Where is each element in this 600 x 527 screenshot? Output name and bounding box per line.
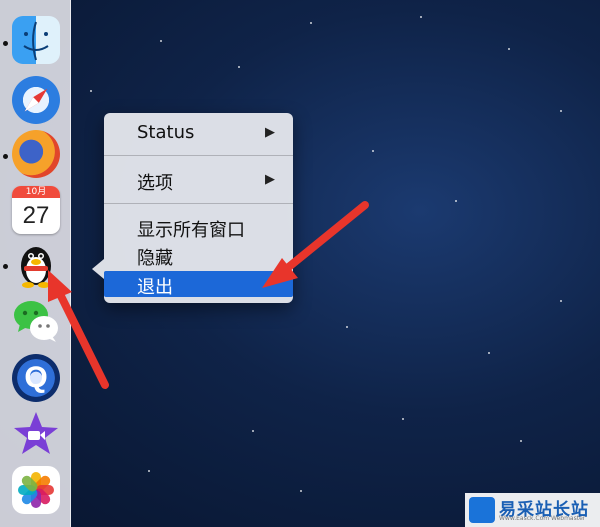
menu-item-label: 退出 bbox=[137, 277, 173, 298]
dock-item-wechat[interactable] bbox=[12, 296, 60, 344]
star bbox=[310, 22, 312, 24]
star bbox=[148, 470, 150, 472]
firefox-icon bbox=[12, 130, 60, 178]
finder-icon bbox=[12, 16, 60, 64]
photos-icon bbox=[12, 466, 60, 514]
dock-context-menu: Status ▶ 选项 ▶ 显示所有窗口 隐藏 退出 bbox=[92, 113, 293, 303]
star bbox=[160, 40, 162, 42]
qq-penguin-icon bbox=[12, 240, 60, 288]
calendar-month: 10月 bbox=[12, 186, 60, 198]
calendar-day: 27 bbox=[22, 202, 50, 229]
desktop-background bbox=[0, 0, 600, 527]
dock-item-finder[interactable] bbox=[12, 16, 60, 64]
watermark-logo-icon bbox=[469, 497, 495, 523]
star bbox=[402, 418, 404, 420]
dock-item-photos[interactable] bbox=[12, 466, 60, 514]
star bbox=[520, 440, 522, 442]
star bbox=[300, 490, 302, 492]
watermark-subtext: Www.Easck.Com Webmaster bbox=[499, 515, 586, 522]
menu-separator bbox=[104, 155, 293, 156]
menu-item-hide[interactable]: 隐藏 bbox=[104, 242, 293, 269]
running-indicator bbox=[3, 264, 8, 269]
star bbox=[560, 110, 562, 112]
dock-item-imovie[interactable] bbox=[12, 410, 60, 458]
menu-pointer bbox=[92, 259, 104, 279]
watermark: 易采站长站 Www.Easck.Com Webmaster bbox=[465, 493, 600, 527]
star bbox=[90, 90, 92, 92]
dock-item-firefox[interactable] bbox=[12, 130, 60, 178]
wechat-icon bbox=[12, 296, 60, 344]
menu-item-quit[interactable]: 退出 bbox=[104, 271, 293, 298]
running-indicator bbox=[3, 154, 8, 159]
star bbox=[420, 16, 422, 18]
menu-item-label: 显示所有窗口 bbox=[137, 220, 245, 241]
dock-item-safari[interactable] bbox=[12, 76, 60, 124]
star bbox=[455, 200, 457, 202]
menu-item-show-all-windows[interactable]: 显示所有窗口 bbox=[104, 214, 293, 241]
dock: 10月 27 Q bbox=[0, 0, 71, 527]
dock-item-calendar[interactable]: 10月 27 bbox=[12, 186, 60, 234]
menu-item-label: 选项 bbox=[137, 173, 173, 194]
star bbox=[372, 150, 374, 152]
quicktime-icon: Q bbox=[12, 354, 60, 402]
running-indicator bbox=[3, 41, 8, 46]
star bbox=[346, 326, 348, 328]
menu-item-status[interactable]: Status ▶ bbox=[104, 120, 293, 146]
imovie-icon bbox=[12, 410, 60, 458]
submenu-arrow-icon: ▶ bbox=[265, 125, 275, 140]
star bbox=[508, 48, 510, 50]
dock-item-quicktime[interactable]: Q bbox=[12, 354, 60, 402]
menu-item-label: Status bbox=[137, 122, 195, 143]
star bbox=[488, 352, 490, 354]
star bbox=[238, 66, 240, 68]
safari-icon bbox=[12, 76, 60, 124]
submenu-arrow-icon: ▶ bbox=[265, 172, 275, 187]
menu-item-options[interactable]: 选项 ▶ bbox=[104, 167, 293, 194]
star bbox=[252, 430, 254, 432]
star bbox=[560, 300, 562, 302]
menu-item-label: 隐藏 bbox=[137, 248, 173, 269]
dock-item-qq[interactable] bbox=[12, 240, 60, 288]
calendar-icon: 10月 27 bbox=[12, 186, 60, 234]
menu-separator bbox=[104, 203, 293, 204]
